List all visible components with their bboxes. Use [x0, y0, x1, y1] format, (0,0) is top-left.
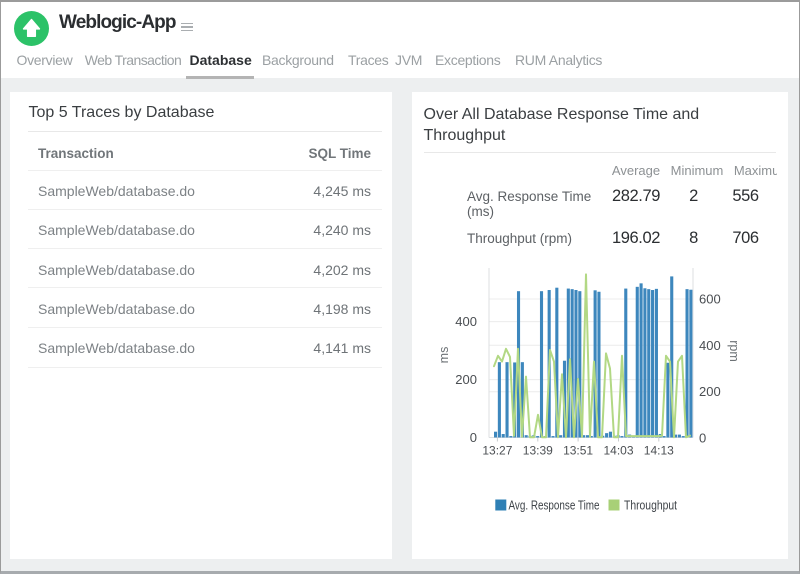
svg-text:0: 0 — [470, 430, 477, 445]
svg-text:13:39: 13:39 — [523, 444, 553, 458]
svg-text:14:13: 14:13 — [644, 444, 674, 458]
svg-text:400: 400 — [455, 314, 477, 329]
svg-text:13:27: 13:27 — [482, 444, 512, 458]
svg-text:400: 400 — [699, 338, 721, 353]
svg-text:200: 200 — [699, 384, 721, 399]
svg-text:14:03: 14:03 — [603, 444, 633, 458]
svg-text:Avg. Response Time: Avg. Response Time — [509, 499, 600, 513]
svg-text:ms: ms — [437, 347, 451, 364]
svg-text:Throughput: Throughput — [624, 499, 677, 513]
svg-text:rpm: rpm — [727, 340, 741, 362]
svg-text:0: 0 — [699, 431, 706, 446]
svg-text:600: 600 — [699, 292, 721, 307]
svg-text:13:51: 13:51 — [563, 444, 593, 458]
svg-text:200: 200 — [455, 372, 477, 387]
